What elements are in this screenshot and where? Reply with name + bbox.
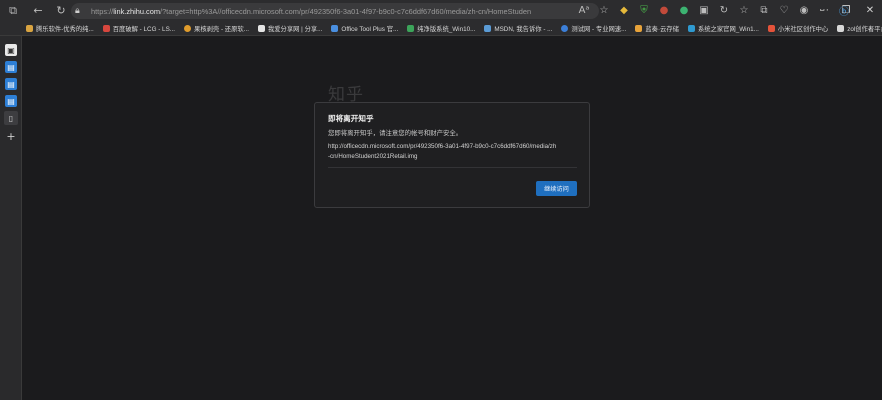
- sidebar-app-icon[interactable]: ▤: [5, 78, 17, 90]
- bookmark-favicon-icon: [184, 24, 192, 32]
- sidebar-app-icon[interactable]: ▤: [5, 61, 17, 73]
- dialog-message: 您即将离开知乎，请注意您的帐号和财产安全。: [328, 129, 463, 137]
- chevron-right-icon[interactable]: ›: [868, 21, 872, 36]
- bookmark-favicon-icon: [837, 24, 845, 32]
- bookmark-item[interactable]: MSDN, 我告诉你 - ...: [484, 24, 552, 33]
- bookmark-item[interactable]: 测试网 - 专业网速...: [561, 24, 626, 33]
- back-arrow-icon[interactable]: ←: [30, 3, 46, 19]
- favorite-star-icon[interactable]: ☆: [594, 2, 614, 19]
- page-content: [22, 36, 882, 400]
- bookmark-label: MSDN, 我告诉你 - ...: [494, 25, 553, 33]
- bookmark-favicon-icon: [331, 24, 339, 32]
- bookmark-label: 百度破解 - LCG - LS...: [112, 25, 176, 33]
- bookmark-favicon-icon: [257, 24, 265, 32]
- read-aloud-icon[interactable]: Aᵃ: [574, 2, 594, 19]
- bookmarks-bar: 腾乐软件-优秀的纯... 百度破解 - LCG - LS... 果核剥壳 - 还…: [0, 21, 882, 36]
- dialog-title: 即将离开知乎: [328, 114, 374, 123]
- lock-icon[interactable]: 🔒︎: [75, 6, 87, 16]
- bookmark-label: 蓝奏·云存储: [645, 25, 679, 33]
- performance-icon[interactable]: ♡: [774, 2, 794, 19]
- bookmark-label: 系统之家官网_Win1...: [697, 25, 759, 33]
- bookmark-item[interactable]: 小米社区创作中心: [767, 24, 829, 33]
- continue-button[interactable]: 继续访问: [536, 181, 577, 196]
- sidebar-page-icon[interactable]: ▯: [4, 111, 18, 125]
- favorites-icon[interactable]: ☆: [734, 2, 754, 19]
- bookmark-favicon-icon: [635, 24, 643, 32]
- bookmark-label: 测试网 - 专业网速...: [571, 25, 627, 33]
- close-icon[interactable]: ✕: [858, 0, 882, 21]
- bookmark-favicon-icon: [687, 24, 695, 32]
- leave-site-dialog: 即将离开知乎 您即将离开知乎，请注意您的帐号和财产安全。 http://offi…: [314, 102, 590, 208]
- address-bar[interactable]: 🔒︎ https://link.zhihu.com/?target=http%3…: [71, 3, 599, 19]
- sidebar-app-icon[interactable]: ▣: [5, 44, 17, 56]
- minimize-icon[interactable]: –: [810, 0, 834, 21]
- bookmark-label: 小米社区创作中心: [777, 25, 829, 33]
- sidebar-app-icon[interactable]: ▤: [5, 95, 17, 107]
- extension-icon[interactable]: ▣: [694, 2, 714, 19]
- bookmark-item[interactable]: Office Tool Plus 官...: [331, 24, 398, 33]
- divider: [328, 167, 577, 168]
- restore-icon[interactable]: ❐: [834, 0, 858, 21]
- bookmark-item[interactable]: zol创作者平台: [837, 24, 882, 33]
- bookmark-favicon-icon: [561, 24, 569, 32]
- bookmark-label: 果核剥壳 - 还原软...: [194, 25, 249, 33]
- target-url: http://officecdn.microsoft.com/pr/492350…: [328, 143, 557, 160]
- refresh-icon[interactable]: ↻: [53, 3, 69, 19]
- bookmark-item[interactable]: 果核剥壳 - 还原软...: [184, 24, 249, 33]
- bookmark-favicon-icon: [102, 24, 110, 32]
- bookmark-item[interactable]: 纯净版系统_Win10...: [407, 24, 475, 33]
- bookmark-item[interactable]: 系统之家官网_Win1...: [687, 24, 759, 33]
- extension-icon[interactable]: ●: [654, 2, 674, 19]
- address-url[interactable]: https://link.zhihu.com/?target=http%3A//…: [91, 7, 531, 16]
- bookmark-item[interactable]: 腾乐软件-优秀的纯...: [26, 24, 94, 33]
- title-bar: ⧉ ← ↻ 🔒︎ https://link.zhihu.com/?target=…: [0, 0, 882, 21]
- bookmark-label: 腾乐软件-优秀的纯...: [36, 25, 94, 33]
- extension-icon[interactable]: ◆: [614, 2, 634, 19]
- nav-controls: ⧉ ← ↻: [2, 3, 72, 19]
- collections-icon[interactable]: ⧉: [754, 2, 774, 19]
- extension-icon[interactable]: ●: [674, 2, 694, 19]
- bookmark-label: 我爱分享网 | 分享...: [267, 25, 323, 33]
- browser-sidebar: ▣ ▤ ▤ ▤ ▯ +: [0, 36, 22, 400]
- add-icon[interactable]: +: [5, 130, 17, 143]
- tab-actions-icon[interactable]: ⧉: [5, 3, 21, 19]
- bookmark-label: zol创作者平台: [847, 25, 882, 33]
- shield-icon[interactable]: ⛨: [634, 2, 654, 19]
- bookmark-label: Office Tool Plus 官...: [341, 25, 399, 33]
- refresh-extension-icon[interactable]: ↻: [714, 2, 734, 19]
- bookmark-favicon-icon: [484, 24, 492, 32]
- bookmark-item[interactable]: 我爱分享网 | 分享...: [257, 24, 323, 33]
- bookmark-item[interactable]: 蓝奏·云存储: [635, 24, 679, 33]
- window-controls: – ❐ ✕: [810, 0, 882, 21]
- bookmark-favicon-icon: [407, 24, 415, 32]
- bookmark-favicon-icon: [26, 24, 33, 32]
- bookmark-item[interactable]: 百度破解 - LCG - LS...: [102, 24, 176, 33]
- bookmark-favicon-icon: [767, 24, 775, 32]
- bookmark-label: 纯净版系统_Win10...: [417, 25, 476, 33]
